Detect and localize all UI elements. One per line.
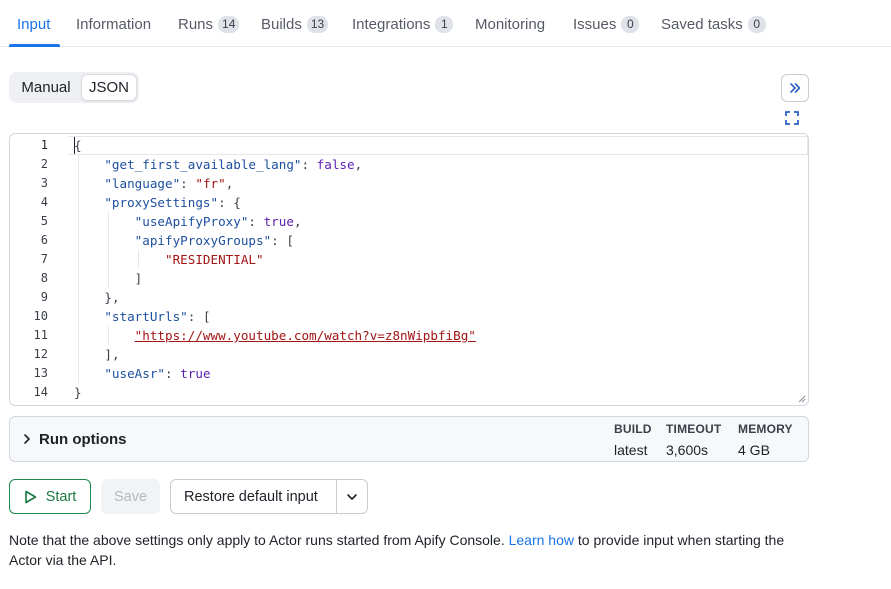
tab-label: Integrations <box>352 15 431 33</box>
code-line: "startUrls": [ <box>104 309 211 324</box>
note-text: Note that the above settings only apply … <box>9 532 505 548</box>
count-badge: 0 <box>747 15 766 33</box>
tab-bar: Input Information Runs 14 Builds 13 Integr… <box>0 0 891 47</box>
tab-label: Issues <box>573 15 617 33</box>
code-line: "https://www.youtube.com/watch?v=z8nWipb… <box>134 328 476 343</box>
tab-label: Monitoring <box>475 15 546 33</box>
count-badge: 0 <box>621 15 640 33</box>
play-icon <box>24 490 36 503</box>
double-chevron-right-icon <box>790 83 801 93</box>
timeout-meta: TIMEOUT 3,600s <box>666 422 721 458</box>
code-line: "apifyProxyGroups": [ <box>134 233 294 248</box>
settings-note: Note that the above settings only apply … <box>9 530 809 570</box>
line-number: 9 <box>40 290 48 304</box>
tab-input[interactable]: Input <box>17 15 50 33</box>
tab-runs[interactable]: Runs 14 <box>178 15 240 33</box>
code-line: "useApifyProxy": true, <box>134 214 302 229</box>
code-line: ] <box>134 271 143 286</box>
count-badge: 1 <box>435 15 454 33</box>
line-number: 5 <box>40 214 48 228</box>
line-number: 6 <box>40 233 48 247</box>
line-number: 13 <box>33 366 48 380</box>
start-button-label: Start <box>45 488 77 505</box>
tab-monitoring[interactable]: Monitoring <box>475 15 545 33</box>
line-number-gutter: 1 2 3 4 5 6 7 8 9 10 11 12 13 14 <box>10 134 60 405</box>
input-mode-toggle: Manual JSON <box>9 72 139 103</box>
json-editor[interactable]: 1 2 3 4 5 6 7 8 9 10 11 12 13 14 { "get_… <box>9 133 809 406</box>
code-line: "proxySettings": { <box>104 195 241 210</box>
restore-button-label: Restore default input <box>184 488 318 505</box>
build-meta: BUILD latest <box>614 422 652 458</box>
count-badge: 14 <box>218 15 240 33</box>
resize-handle-icon[interactable] <box>796 393 806 403</box>
save-button[interactable]: Save <box>101 479 160 514</box>
run-options-title: Run options <box>39 431 127 448</box>
line-number: 14 <box>33 385 48 399</box>
tab-builds[interactable]: Builds 13 <box>261 15 329 33</box>
build-label: BUILD <box>614 422 652 436</box>
tab-label: Input <box>17 15 51 33</box>
line-number: 10 <box>33 309 48 323</box>
memory-value: 4 GB <box>738 442 770 458</box>
memory-label: MEMORY <box>738 422 793 436</box>
manual-mode-button[interactable]: Manual <box>11 74 81 101</box>
tab-label: Saved tasks <box>661 15 743 33</box>
line-number: 7 <box>40 252 48 266</box>
active-tab-indicator <box>9 44 60 47</box>
code-line: { <box>74 138 82 153</box>
json-mode-button[interactable]: JSON <box>81 74 137 101</box>
tab-label: Builds <box>261 15 302 33</box>
line-number: 3 <box>40 176 48 190</box>
tab-information[interactable]: Information <box>76 15 151 33</box>
code-line: "language": "fr", <box>104 176 234 191</box>
build-value: latest <box>614 442 648 458</box>
code-line: "RESIDENTIAL" <box>165 252 264 267</box>
learn-how-link[interactable]: Learn how <box>509 532 574 548</box>
code-line: "useAsr": true <box>104 366 211 381</box>
count-badge: 13 <box>306 15 329 33</box>
line-number: 4 <box>40 195 48 209</box>
restore-default-input-button[interactable]: Restore default input <box>170 479 368 514</box>
fullscreen-icon[interactable] <box>785 111 799 125</box>
start-button[interactable]: Start <box>9 479 91 514</box>
tab-issues[interactable]: Issues 0 <box>573 15 640 33</box>
collapse-panel-button[interactable] <box>781 74 809 102</box>
line-number: 1 <box>40 138 48 152</box>
timeout-label: TIMEOUT <box>666 422 722 436</box>
code-line: ], <box>104 347 120 362</box>
tab-label: Information <box>76 15 152 33</box>
tab-saved-tasks[interactable]: Saved tasks 0 <box>661 15 766 33</box>
line-number: 8 <box>40 271 48 285</box>
line-number: 11 <box>33 328 48 342</box>
line-number: 2 <box>40 157 48 171</box>
tab-integrations[interactable]: Integrations 1 <box>352 15 454 33</box>
chevron-down-icon[interactable] <box>346 492 358 502</box>
run-options-panel[interactable]: Run options BUILD latest TIMEOUT 3,600s … <box>9 416 809 462</box>
timeout-value: 3,600s <box>666 442 709 458</box>
chevron-right-icon <box>24 434 30 444</box>
code-line: "get_first_available_lang": false, <box>104 157 363 172</box>
tab-label: Runs <box>178 15 214 33</box>
code-line: } <box>74 385 82 400</box>
code-area[interactable]: { "get_first_available_lang": false, "la… <box>74 134 808 405</box>
code-line: }, <box>104 290 120 305</box>
button-divider <box>336 480 337 513</box>
memory-meta: MEMORY 4 GB <box>738 422 793 458</box>
line-number: 12 <box>33 347 48 361</box>
